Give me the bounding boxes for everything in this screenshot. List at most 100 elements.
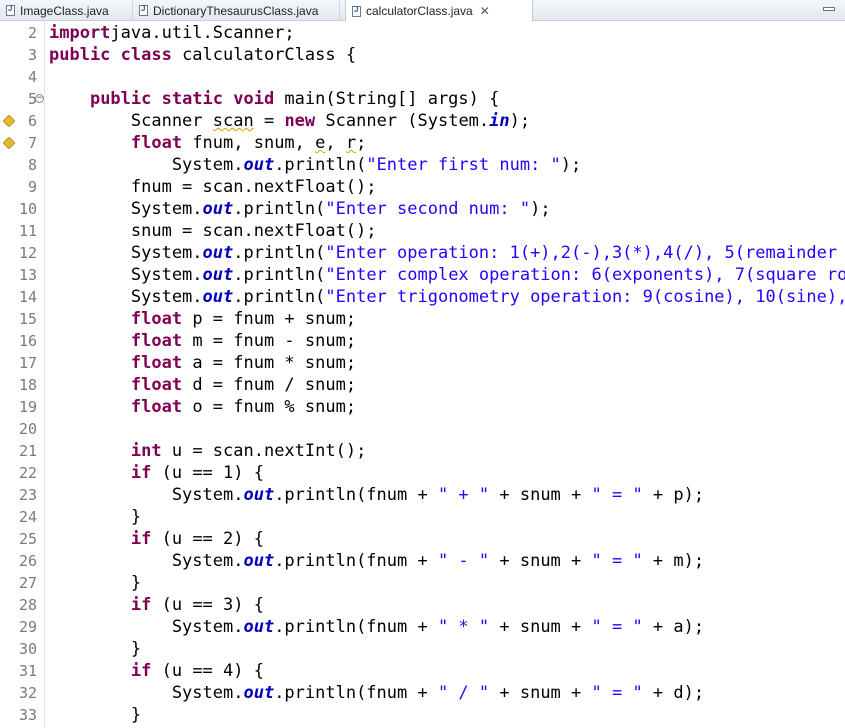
code-token: System. — [49, 155, 244, 175]
code-line[interactable]: 15 float p = fnum + snum; — [0, 308, 845, 330]
keyword-token: float — [130, 353, 183, 373]
code-token: .println(fnum + — [274, 683, 438, 703]
code-line[interactable]: 2 importjava.util.Scanner; — [0, 22, 845, 44]
line-number: 15 — [18, 310, 37, 328]
keyword-token: public class — [49, 45, 172, 65]
code-token: p = fnum + snum; — [182, 309, 357, 329]
tab-dictionary-thesaurus-class[interactable]: DictionaryThesaurusClass.java — [133, 0, 340, 21]
string-literal-token: "Enter first num: " — [366, 155, 561, 175]
code-line[interactable]: 10 System.out.println("Enter second num:… — [0, 198, 845, 220]
editor-tab-bar: ImageClass.java DictionaryThesaurusClass… — [0, 0, 845, 22]
code-line[interactable]: 25 if (u == 2) { — [0, 528, 845, 550]
code-line[interactable]: 12 System.out.println("Enter operation: … — [0, 242, 845, 264]
code-text: System.out.println(fnum + " + " + snum +… — [49, 484, 704, 506]
code-line[interactable]: 7 float fnum, snum, e, r; — [0, 132, 845, 154]
code-line[interactable]: 14 System.out.println("Enter trigonometr… — [0, 286, 845, 308]
code-token: (u == 4) { — [151, 661, 264, 681]
code-text: float m = fnum - snum; — [49, 330, 356, 352]
line-number: 22 — [18, 464, 37, 482]
code-token: + snum + — [489, 683, 592, 703]
code-token: .println( — [233, 265, 326, 285]
line-number: 9 — [27, 178, 37, 196]
code-text: System.out.println(fnum + " / " + snum +… — [49, 682, 704, 704]
code-line[interactable]: 17 float a = fnum * snum; — [0, 352, 845, 374]
code-token: ); — [509, 111, 531, 131]
code-line[interactable]: 28 if (u == 3) { — [0, 594, 845, 616]
line-number: 19 — [18, 398, 37, 416]
code-line[interactable]: 6 Scanner scan = new Scanner (System.in)… — [0, 110, 845, 132]
string-literal-token: "Enter second num: " — [325, 199, 531, 219]
code-text: float p = fnum + snum; — [49, 308, 356, 330]
field-token: out — [243, 551, 275, 571]
code-line[interactable]: 29 System.out.println(fnum + " * " + snu… — [0, 616, 845, 638]
code-token: } — [49, 705, 142, 725]
code-line[interactable]: 18 float d = fnum / snum; — [0, 374, 845, 396]
string-literal-token: " = " — [591, 551, 643, 571]
string-literal-token: "Enter trigonometry operation: 9(cosine)… — [325, 287, 845, 307]
field-token: out — [243, 683, 275, 703]
code-token: ); — [560, 155, 582, 175]
code-line[interactable]: 19 float o = fnum % snum; — [0, 396, 845, 418]
line-number: 4 — [27, 68, 37, 86]
keyword-token: float — [130, 397, 183, 417]
string-literal-token: " = " — [591, 617, 643, 637]
code-line[interactable]: 30 } — [0, 638, 845, 660]
tab-label: DictionaryThesaurusClass.java — [153, 3, 319, 18]
code-line[interactable]: 27 } — [0, 572, 845, 594]
fold-toggle-icon[interactable]: − — [35, 94, 44, 103]
keyword-token: float — [130, 133, 183, 153]
tab-image-class[interactable]: ImageClass.java — [0, 0, 133, 21]
code-line[interactable]: 26 System.out.println(fnum + " - " + snu… — [0, 550, 845, 572]
code-text: float a = fnum * snum; — [49, 352, 356, 374]
code-line[interactable]: 21 int u = scan.nextInt(); — [0, 440, 845, 462]
code-token: calculatorClass { — [171, 45, 357, 65]
code-line[interactable]: 22 if (u == 1) { — [0, 462, 845, 484]
keyword-token: import — [49, 23, 111, 43]
code-line[interactable]: 4 — [0, 66, 845, 88]
line-number: 2 — [27, 24, 37, 42]
code-token: .println(fnum + — [274, 617, 438, 637]
code-line[interactable]: 8 System.out.println("Enter first num: "… — [0, 154, 845, 176]
line-number: 16 — [18, 332, 37, 350]
code-line[interactable]: 24 } — [0, 506, 845, 528]
code-token: System. — [49, 287, 203, 307]
tab-calculator-class[interactable]: calculatorClass.java ✕ — [345, 0, 533, 22]
code-token: m = fnum - snum; — [182, 331, 357, 351]
code-line[interactable]: 20 — [0, 418, 845, 440]
line-number: 20 — [18, 420, 37, 438]
code-line[interactable]: 5− public static void main(String[] args… — [0, 88, 845, 110]
code-text: System.out.println("Enter complex operat… — [49, 264, 845, 286]
code-text: System.out.println(fnum + " - " + snum +… — [49, 550, 704, 572]
code-token: System. — [49, 485, 244, 505]
line-number: 17 — [18, 354, 37, 372]
code-token: + snum + — [489, 551, 592, 571]
code-text: if (u == 1) { — [49, 462, 264, 484]
code-token: main(String[] args) { — [274, 89, 500, 109]
code-line[interactable]: 32 System.out.println(fnum + " / " + snu… — [0, 682, 845, 704]
minimize-icon[interactable] — [823, 7, 835, 11]
line-number: 31 — [18, 662, 37, 680]
code-line[interactable]: 23 System.out.println(fnum + " + " + snu… — [0, 484, 845, 506]
close-icon[interactable]: ✕ — [480, 4, 490, 18]
code-line[interactable]: 9 fnum = scan.nextFloat(); — [0, 176, 845, 198]
code-text: if (u == 4) { — [49, 660, 264, 682]
code-line[interactable]: 3 public class calculatorClass { — [0, 44, 845, 66]
warning-token: scan — [212, 111, 254, 131]
code-token: (u == 2) { — [151, 529, 264, 549]
line-number: 5 — [27, 90, 37, 108]
code-editor[interactable]: 2 importjava.util.Scanner; 3 public class c… — [0, 21, 845, 728]
code-line[interactable]: 13 System.out.println("Enter complex ope… — [0, 264, 845, 286]
code-line[interactable]: 16 float m = fnum - snum; — [0, 330, 845, 352]
code-token: System. — [49, 199, 203, 219]
java-file-icon — [6, 4, 15, 16]
code-token: .println(fnum + — [274, 485, 438, 505]
code-line[interactable]: 11 snum = scan.nextFloat(); — [0, 220, 845, 242]
line-number: 18 — [18, 376, 37, 394]
warning-token: e — [315, 133, 326, 153]
code-line[interactable]: 31 if (u == 4) { — [0, 660, 845, 682]
code-line[interactable]: 33 } — [0, 704, 845, 726]
keyword-token: int — [130, 441, 162, 461]
